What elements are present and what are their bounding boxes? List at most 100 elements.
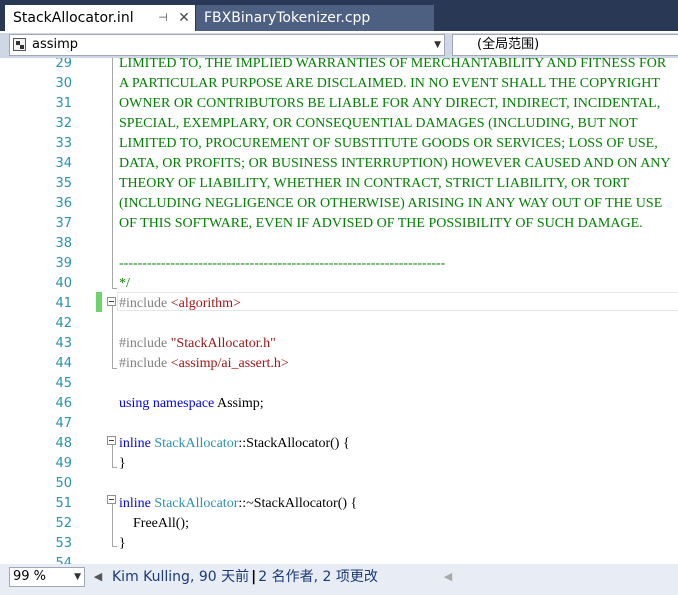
- code-line: 35 THEORY OF LIABILITY, WHETHER IN CONTR…: [0, 174, 678, 194]
- comment-text: */: [119, 276, 130, 291]
- line-number: 40: [55, 276, 72, 291]
- comment-text: DATA, OR PROFITS; OR BUSINESS INTERRUPTI…: [119, 156, 671, 171]
- keyword: inline: [119, 436, 155, 451]
- preprocessor-directive: #include: [119, 336, 171, 351]
- line-number: 46: [55, 396, 72, 411]
- line-number: 30: [55, 76, 72, 91]
- scope-dropdown[interactable]: assimp ▼: [9, 34, 445, 56]
- code-line: 40 */: [0, 274, 678, 294]
- code-line: 49 }: [0, 454, 678, 474]
- code-line: 50: [0, 474, 678, 494]
- last-author[interactable]: Kim Kulling, 90 天前: [112, 569, 249, 585]
- line-number: 38: [55, 236, 72, 251]
- line-number: 45: [55, 376, 72, 391]
- zoom-dropdown[interactable]: 99 % ▼: [9, 567, 85, 587]
- zoom-value: 99 %: [13, 569, 47, 584]
- code-line: 48 inline StackAllocator::StackAllocator…: [0, 434, 678, 454]
- code-text: inline StackAllocator::~StackAllocator()…: [119, 494, 357, 514]
- code-text: #include <assimp/ai_assert.h>: [119, 354, 289, 374]
- tab-stackallocator-inl[interactable]: StackAllocator.inl ⊣ ✕: [5, 5, 195, 31]
- type-name: StackAllocator: [154, 496, 239, 511]
- scroll-right-icon[interactable]: ◀: [441, 568, 455, 586]
- line-number: 33: [55, 136, 72, 151]
- code-line: 33 LIMITED TO, PROCUREMENT OF SUBSTITUTE…: [0, 134, 678, 154]
- comment-text: SPECIAL, EXEMPLARY, OR CONSEQUENTIAL DAM…: [119, 116, 638, 131]
- include-path: "StackAllocator.h": [170, 336, 276, 351]
- line-number: 50: [55, 476, 72, 491]
- line-number: 43: [55, 336, 72, 351]
- line-number: 44: [55, 356, 72, 371]
- comment-text: ----------------------------------------…: [119, 256, 446, 271]
- code-line: 38: [0, 234, 678, 254]
- authors-changes[interactable]: 2 名作者, 2 项更改: [258, 569, 378, 585]
- keyword: namespace: [152, 396, 217, 411]
- line-number: 53: [55, 536, 72, 551]
- line-number: 48: [55, 436, 72, 451]
- include-path: <assimp/ai_assert.h>: [170, 356, 289, 371]
- member-dropdown-value: (全局范围): [477, 37, 540, 52]
- code-line: 43 #include "StackAllocator.h": [0, 334, 678, 354]
- document-tab-strip: StackAllocator.inl ⊣ ✕ FBXBinaryTokenize…: [0, 0, 678, 33]
- line-number: 35: [55, 176, 72, 191]
- scroll-left-icon[interactable]: ◀: [91, 568, 105, 586]
- line-number: 32: [55, 116, 72, 131]
- code-text: #include "StackAllocator.h": [119, 334, 276, 354]
- line-number: 29: [55, 58, 72, 71]
- type-name: StackAllocator: [154, 436, 239, 451]
- code-text: FreeAll();: [119, 516, 189, 531]
- code-line: 53 }: [0, 534, 678, 554]
- code-line: 44 #include <assimp/ai_assert.h>: [0, 354, 678, 374]
- member-dropdown[interactable]: (全局范围): [452, 34, 678, 56]
- code-line: 32 SPECIAL, EXEMPLARY, OR CONSEQUENTIAL …: [0, 114, 678, 134]
- line-number: 34: [55, 156, 72, 171]
- code-line: 31 OWNER OR CONTRIBUTORS BE LIABLE FOR A…: [0, 94, 678, 114]
- code-line: 39 -------------------------------------…: [0, 254, 678, 274]
- code-line: 52 FreeAll();: [0, 514, 678, 534]
- chevron-down-icon[interactable]: ▼: [434, 35, 441, 55]
- code-line: 42: [0, 314, 678, 334]
- horizontal-scrollbar[interactable]: [458, 574, 678, 582]
- code-text: using namespace Assimp;: [119, 394, 264, 414]
- code-text: inline StackAllocator::StackAllocator() …: [119, 434, 350, 454]
- line-number: 36: [55, 196, 72, 211]
- tab-fbxbinarytokenizer-cpp[interactable]: FBXBinaryTokenizer.cpp: [196, 5, 434, 31]
- line-number: 52: [55, 516, 72, 531]
- line-number: 39: [55, 256, 72, 271]
- line-number: 51: [55, 496, 72, 511]
- comment-text: THEORY OF LIABILITY, WHETHER IN CONTRACT…: [119, 176, 630, 191]
- code-text: #include <algorithm>: [119, 294, 241, 314]
- scope-dropdown-value: assimp: [32, 37, 79, 52]
- code-text: }: [119, 456, 126, 471]
- tab-label: FBXBinaryTokenizer.cpp: [204, 10, 371, 26]
- line-number: 37: [55, 216, 72, 231]
- line-number: 47: [55, 416, 72, 431]
- code-editor[interactable]: 29 LIMITED TO, THE IMPLIED WARRANTIES OF…: [0, 58, 678, 564]
- preprocessor-directive: #include: [119, 296, 171, 311]
- line-number: 42: [55, 316, 72, 331]
- line-number: 31: [55, 96, 72, 111]
- chevron-down-icon[interactable]: ▼: [74, 568, 81, 586]
- navigation-bar: assimp ▼ (全局范围): [0, 33, 678, 58]
- code-line: 30 A PARTICULAR PURPOSE ARE DISCLAIMED. …: [0, 74, 678, 94]
- code-line: 34 DATA, OR PROFITS; OR BUSINESS INTERRU…: [0, 154, 678, 174]
- code-line: 29 LIMITED TO, THE IMPLIED WARRANTIES OF…: [0, 58, 678, 74]
- identifier: ::~StackAllocator() {: [238, 496, 358, 511]
- line-number: 54: [55, 556, 72, 564]
- code-line: 47: [0, 414, 678, 434]
- codelens-annotation[interactable]: Kim Kulling, 90 天前 | 2 名作者, 2 项更改: [112, 566, 378, 588]
- include-path: <algorithm>: [170, 296, 241, 311]
- close-icon[interactable]: ✕: [177, 5, 191, 31]
- separator: |: [251, 569, 257, 585]
- tab-label: StackAllocator.inl: [13, 10, 134, 26]
- code-text: }: [119, 536, 126, 551]
- code-line: 45: [0, 374, 678, 394]
- comment-text: LIMITED TO, PROCUREMENT OF SUBSTITUTE GO…: [119, 136, 658, 151]
- keyword: inline: [119, 496, 155, 511]
- comment-text: (INCLUDING NEGLIGENCE OR OTHERWISE) ARIS…: [119, 196, 663, 211]
- pin-icon[interactable]: ⊣: [156, 5, 170, 31]
- code-line: 46 using namespace Assimp;: [0, 394, 678, 414]
- preprocessor-directive: #include: [119, 356, 171, 371]
- comment-text: LIMITED TO, THE IMPLIED WARRANTIES OF ME…: [119, 58, 667, 71]
- comment-text: OWNER OR CONTRIBUTORS BE LIABLE FOR ANY …: [119, 96, 661, 111]
- project-icon: [13, 38, 26, 51]
